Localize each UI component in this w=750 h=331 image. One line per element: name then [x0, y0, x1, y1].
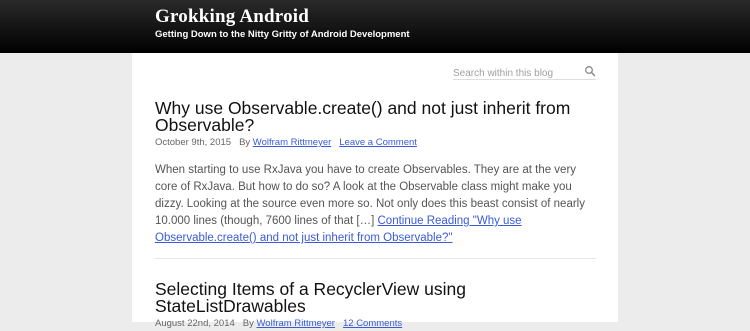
post-excerpt: When starting to use RxJava you have to … — [155, 162, 596, 247]
post-date: October 9th, 2015 — [155, 137, 232, 148]
post-by-label: By — [239, 137, 251, 148]
post-author-link[interactable]: Wolfram Rittmeyer — [257, 318, 335, 329]
post-by-label: By — [242, 318, 254, 329]
post-title[interactable]: Why use Observable.create() and not just… — [155, 99, 596, 134]
search-form — [453, 63, 596, 82]
main-content: Why use Observable.create() and not just… — [132, 53, 618, 329]
post-divider — [155, 258, 596, 259]
post-article: Why use Observable.create() and not just… — [155, 99, 596, 247]
post-comments-link[interactable]: 12 Comments — [343, 318, 402, 329]
post-meta: August 22nd, 2014 By Wolfram Rittmeyer 12 … — [155, 317, 596, 331]
site-description: Getting Down to the Nitty Gritty of Andr… — [155, 29, 410, 40]
post-date: August 22nd, 2014 — [155, 318, 235, 329]
post-author-link[interactable]: Wolfram Rittmeyer — [253, 137, 331, 148]
post-comments-link[interactable]: Leave a Comment — [339, 137, 417, 148]
search-icon[interactable] — [584, 65, 596, 77]
post-article: Selecting Items of a RecyclerView using … — [155, 280, 596, 331]
post-meta: October 9th, 2015 By Wolfram Rittmeyer Lea… — [155, 136, 596, 150]
site-title[interactable]: Grokking Android — [155, 6, 309, 28]
post-title[interactable]: Selecting Items of a RecyclerView using … — [155, 280, 596, 315]
site-header: Grokking Android Getting Down to the Nit… — [0, 0, 750, 53]
search-input[interactable] — [453, 65, 573, 82]
